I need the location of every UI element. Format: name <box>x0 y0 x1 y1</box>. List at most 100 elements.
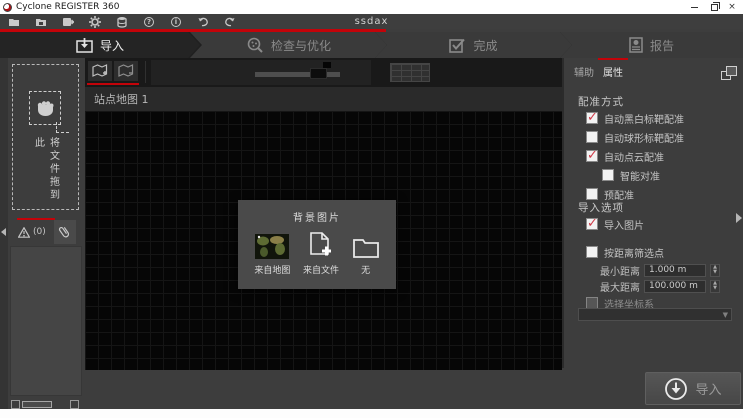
redo-icon[interactable] <box>224 16 236 28</box>
sidebar-tabs: (0) <box>8 220 85 244</box>
dialog-title: 背景图片 <box>238 200 396 224</box>
option-from-map[interactable]: 来自地图 <box>254 234 290 276</box>
max-distance-row: 最大距离 100.000 m ▲▼ <box>600 279 720 293</box>
sitemap-area: 站点地图 1 背景图片 来自地图 来自文件 <box>85 58 562 370</box>
checkbox-row-import-images[interactable]: 导入图片 <box>586 216 644 232</box>
option-label: 来自文件 <box>303 263 339 276</box>
sitemap-tab-accent <box>87 83 139 85</box>
sidebar-hscrollbar[interactable] <box>11 400 79 409</box>
min-distance-row: 最小距离 1.000 m ▲▼ <box>600 263 720 277</box>
checkbox[interactable] <box>586 188 598 200</box>
max-distance-label: 最大距离 <box>600 279 640 294</box>
checkbox[interactable] <box>586 150 598 162</box>
registration-section-title: 配准方式 <box>578 94 624 109</box>
checkbox-label: 按距离筛选点 <box>604 245 664 260</box>
settings-gear-icon[interactable] <box>89 16 101 28</box>
file-dropzone[interactable]: 将文件拖到此 <box>12 64 79 210</box>
grid-toggle-icon[interactable] <box>390 63 430 82</box>
close-button[interactable]: × <box>723 0 741 14</box>
tab-attachments[interactable] <box>54 220 76 244</box>
min-distance-stepper[interactable]: ▲▼ <box>710 264 720 277</box>
app-title: Cyclone REGISTER 360 <box>16 2 119 12</box>
sitemap-canvas[interactable]: 背景图片 来自地图 来自文件 无 <box>85 111 562 370</box>
option-label: 来自地图 <box>254 263 290 276</box>
checkbox-row-bw-target[interactable]: 自动黑白标靶配准 <box>586 110 684 126</box>
zoom-slider-tick <box>323 62 331 68</box>
checkbox-row-sphere-target[interactable]: 自动球形标靶配准 <box>586 129 684 145</box>
main-toolbar: ? i ssdax <box>0 14 743 29</box>
empty-folder-icon <box>352 236 380 259</box>
float-panel-icon[interactable] <box>721 66 737 80</box>
min-distance-input[interactable]: 1.000 m <box>644 264 706 277</box>
minimize-button[interactable] <box>685 0 703 14</box>
sitemap-title: 站点地图 1 <box>94 91 149 107</box>
checkbox-row-cloud[interactable]: 自动点云配准 <box>586 148 664 164</box>
attachments-list[interactable] <box>10 246 82 396</box>
checkbox-row-distance-filter[interactable]: 按距离筛选点 <box>586 244 664 260</box>
step-label: 完成 <box>473 37 497 54</box>
map-minus-icon <box>118 64 134 78</box>
option-none[interactable]: 无 <box>352 236 380 276</box>
scroll-thumb[interactable] <box>22 401 52 408</box>
tab-properties[interactable]: 属性 <box>603 64 623 79</box>
checkbox[interactable] <box>586 131 598 143</box>
storage-icon[interactable] <box>116 16 128 28</box>
zoom-slider-handle[interactable] <box>310 68 327 79</box>
checkbox[interactable] <box>586 112 598 124</box>
checkbox-label: 自动球形标靶配准 <box>604 130 684 145</box>
desktop-strip <box>0 409 743 418</box>
step-report[interactable]: 报告 <box>560 32 743 58</box>
undo-icon[interactable] <box>197 16 209 28</box>
max-distance-stepper[interactable]: ▲▼ <box>710 280 720 293</box>
expand-right-panel-icon[interactable] <box>736 213 742 223</box>
step-label: 报告 <box>650 37 674 54</box>
coord-system-dropdown[interactable]: ▼ <box>578 308 732 321</box>
save-project-icon[interactable] <box>35 16 47 28</box>
world-map-icon <box>255 234 289 259</box>
import-button[interactable]: 导入 <box>645 372 741 405</box>
zoom-slider-track[interactable] <box>255 72 340 77</box>
tab-issues[interactable]: (0) <box>8 227 46 238</box>
step-review-optimize[interactable]: 检查与优化 <box>190 32 387 58</box>
step-finalize[interactable]: 完成 <box>375 32 572 58</box>
max-distance-input[interactable]: 100.000 m <box>644 280 706 293</box>
import-sidebar: 将文件拖到此 (0) <box>8 58 85 408</box>
option-from-file[interactable]: 来自文件 <box>303 232 339 276</box>
info-icon[interactable]: i <box>170 16 182 28</box>
finalize-check-icon <box>449 38 466 53</box>
review-optimize-icon <box>246 37 264 54</box>
background-image-dialog: 背景图片 来自地图 来自文件 无 <box>238 200 396 289</box>
scroll-right-button[interactable] <box>70 400 79 409</box>
checkbox[interactable] <box>586 218 598 230</box>
import-options-section-title: 导入选项 <box>578 200 624 215</box>
step-import[interactable]: 导入 <box>0 32 200 58</box>
tab-assist[interactable]: 辅助 <box>574 64 594 79</box>
project-name: ssdax <box>0 14 743 29</box>
map-plus-icon <box>92 64 108 78</box>
toolbar-divider <box>145 61 146 83</box>
import-archive-icon[interactable] <box>62 16 74 28</box>
collapse-left-icon[interactable] <box>1 228 6 236</box>
checkbox[interactable] <box>586 246 598 258</box>
file-plus-icon <box>309 232 333 259</box>
report-icon <box>629 37 643 53</box>
remove-sitemap-button[interactable] <box>114 61 138 81</box>
min-distance-label: 最小距离 <box>600 263 640 278</box>
import-tray-icon <box>76 38 93 53</box>
checkbox-row-smart-align[interactable]: 智能对准 <box>602 167 660 183</box>
open-project-icon[interactable] <box>8 16 20 28</box>
add-sitemap-button[interactable] <box>88 61 112 81</box>
checkbox[interactable] <box>602 169 614 181</box>
workflow-steps-bar: 导入 检查与优化 完成 报告 <box>0 32 743 58</box>
scroll-left-button[interactable] <box>11 400 20 409</box>
import-button-label: 导入 <box>695 379 721 398</box>
app-window: Cyclone REGISTER 360 × ? i ssdax <box>0 0 743 409</box>
checkbox-label: 自动点云配准 <box>604 149 664 164</box>
step-label: 导入 <box>100 37 124 54</box>
restore-button[interactable] <box>705 0 723 14</box>
help-icon[interactable]: ? <box>143 16 155 28</box>
title-bar: Cyclone REGISTER 360 × <box>0 0 743 14</box>
drag-hand-icon <box>34 98 56 118</box>
dropzone-label: 将文件拖到此 <box>31 137 61 209</box>
issues-count: (0) <box>33 227 46 237</box>
